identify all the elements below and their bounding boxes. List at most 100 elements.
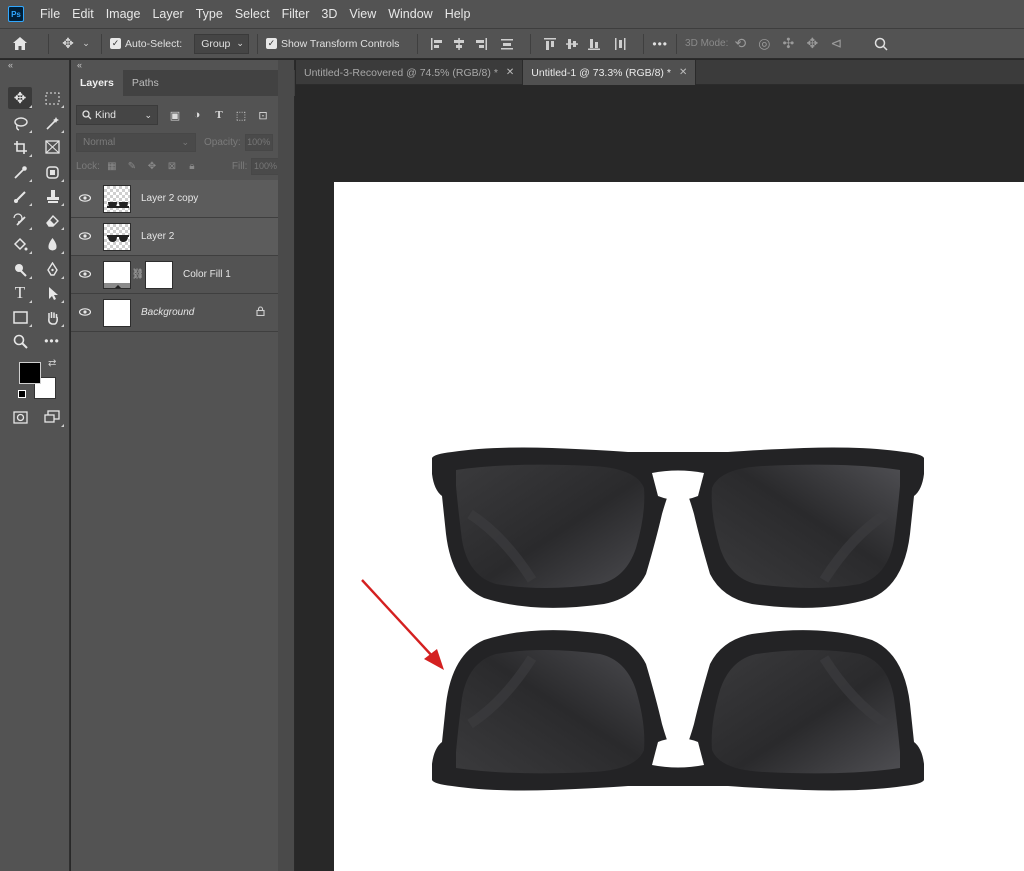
fill-input[interactable]: 100%: [251, 157, 280, 175]
screen-mode-icon[interactable]: [40, 406, 64, 428]
align-right-icon[interactable]: [470, 37, 492, 51]
tab-document-2[interactable]: Untitled-1 @ 73.3% (RGB/8) * ✕: [523, 60, 697, 85]
eye-icon[interactable]: [71, 269, 99, 281]
layer-row[interactable]: Background: [71, 294, 279, 332]
menu-bar: Ps File Edit Image Layer Type Select Fil…: [0, 0, 1024, 28]
dodge-tool[interactable]: [8, 258, 32, 280]
menu-help[interactable]: Help: [439, 0, 477, 28]
collapse-panel-icon[interactable]: «: [77, 60, 82, 70]
filter-pixel-icon[interactable]: ▣: [164, 109, 186, 122]
tab-document-1[interactable]: Untitled-3-Recovered @ 74.5% (RGB/8) * ✕: [296, 60, 524, 85]
eye-icon[interactable]: [71, 193, 99, 205]
spot-heal-tool[interactable]: [40, 161, 64, 183]
tab-layers[interactable]: Layers: [71, 70, 123, 96]
chevron-down-icon[interactable]: ⌄: [79, 38, 93, 49]
move-tool-icon[interactable]: ✥: [57, 35, 79, 52]
menu-layer[interactable]: Layer: [146, 0, 189, 28]
transform-controls-checkbox[interactable]: ✓: [265, 38, 277, 49]
orbit-3d-icon[interactable]: ⟲: [728, 35, 752, 52]
blend-mode-dropdown[interactable]: Normal ⌄: [76, 132, 196, 152]
zoom-tool[interactable]: [8, 330, 32, 352]
scale-3d-icon[interactable]: ⊲: [824, 35, 848, 52]
menu-type[interactable]: Type: [190, 0, 229, 28]
eraser-tool[interactable]: [40, 209, 64, 231]
brush-tool[interactable]: [8, 185, 32, 207]
layer-filter-row: Kind ⌄ ▣ ◑ T ⬚ ⊡: [76, 104, 292, 126]
auto-select-dropdown[interactable]: Group ⌄: [194, 33, 249, 54]
frame-tool[interactable]: [40, 136, 64, 158]
canvas-area[interactable]: [296, 86, 1024, 871]
distribute-vertical-icon[interactable]: [605, 37, 635, 51]
swap-colors-icon[interactable]: ⇄: [48, 358, 56, 369]
foreground-color-swatch[interactable]: [19, 362, 41, 384]
path-selection-tool[interactable]: [40, 282, 64, 304]
lock-label: Lock:: [76, 160, 100, 172]
clone-stamp-tool[interactable]: [40, 185, 64, 207]
lock-transparent-icon[interactable]: ▦: [102, 161, 122, 172]
menu-view[interactable]: View: [343, 0, 382, 28]
layer-row[interactable]: Layer 2 copy: [71, 180, 279, 218]
more-options-icon[interactable]: •••: [652, 37, 668, 51]
edit-toolbar-icon[interactable]: •••: [40, 330, 64, 352]
roll-3d-icon[interactable]: ◎: [752, 35, 776, 52]
eyedropper-tool[interactable]: [8, 161, 32, 183]
history-brush-tool[interactable]: [8, 209, 32, 231]
close-icon[interactable]: ✕: [679, 67, 687, 78]
align-middle-icon[interactable]: [561, 37, 583, 51]
layer-thumbnail: [103, 222, 131, 251]
chevron-down-icon: ⌄: [236, 38, 244, 48]
opacity-label: Opacity:: [204, 136, 241, 148]
filter-shape-icon[interactable]: ⬚: [230, 109, 252, 122]
hand-tool[interactable]: [40, 306, 64, 328]
auto-select-checkbox[interactable]: ✓: [110, 38, 121, 49]
home-icon[interactable]: [0, 36, 40, 51]
filter-kind-dropdown[interactable]: Kind ⌄: [76, 105, 158, 125]
lock-image-icon[interactable]: ✎: [122, 161, 142, 172]
filter-adjustment-icon[interactable]: ◑: [186, 109, 208, 121]
lock-artboard-icon[interactable]: ⊠: [162, 161, 182, 172]
panel-scrollbar[interactable]: [278, 60, 294, 871]
sunglasses-image: [334, 182, 1024, 871]
lock-all-icon[interactable]: 🔒︎: [182, 161, 202, 172]
align-left-icon[interactable]: [426, 37, 448, 51]
marquee-tool[interactable]: [40, 87, 64, 109]
menu-file[interactable]: File: [34, 0, 66, 28]
link-icon[interactable]: ⛓: [131, 269, 145, 280]
align-bottom-icon[interactable]: [583, 37, 605, 51]
magic-wand-tool[interactable]: [40, 112, 64, 134]
menu-edit[interactable]: Edit: [66, 0, 100, 28]
crop-tool[interactable]: [8, 136, 32, 158]
tab-paths[interactable]: Paths: [123, 70, 168, 96]
pen-tool[interactable]: [40, 258, 64, 280]
lasso-tool[interactable]: [8, 112, 32, 134]
layer-row[interactable]: ⛓ Color Fill 1: [71, 256, 279, 294]
rectangle-tool[interactable]: [8, 306, 32, 328]
align-top-icon[interactable]: [539, 37, 561, 51]
eye-icon[interactable]: [71, 307, 99, 319]
menu-3d[interactable]: 3D: [315, 0, 343, 28]
quick-mask-icon[interactable]: [8, 406, 32, 428]
default-colors-icon[interactable]: [18, 390, 26, 398]
menu-image[interactable]: Image: [100, 0, 147, 28]
distribute-icon[interactable]: [492, 37, 522, 51]
slide-3d-icon[interactable]: ✥: [800, 35, 824, 52]
opacity-input[interactable]: 100%: [244, 133, 273, 151]
collapse-toolbox-icon[interactable]: «: [8, 60, 13, 70]
menu-filter[interactable]: Filter: [276, 0, 316, 28]
type-tool[interactable]: T: [8, 282, 32, 304]
filter-type-icon[interactable]: T: [208, 109, 230, 121]
move-tool[interactable]: ✥: [8, 87, 32, 109]
drag-3d-icon[interactable]: ✣: [776, 35, 800, 52]
search-icon[interactable]: [848, 37, 888, 51]
menu-select[interactable]: Select: [229, 0, 276, 28]
blur-tool[interactable]: [40, 233, 64, 255]
lock-position-icon[interactable]: ✥: [142, 161, 162, 172]
close-icon[interactable]: ✕: [506, 67, 514, 78]
filter-smart-object-icon[interactable]: ⊡: [252, 109, 274, 122]
document-canvas[interactable]: [334, 182, 1024, 871]
layer-row[interactable]: Layer 2: [71, 218, 279, 256]
menu-window[interactable]: Window: [382, 0, 438, 28]
paint-bucket-tool[interactable]: [8, 233, 32, 255]
align-center-icon[interactable]: [448, 37, 470, 51]
eye-icon[interactable]: [71, 231, 99, 243]
